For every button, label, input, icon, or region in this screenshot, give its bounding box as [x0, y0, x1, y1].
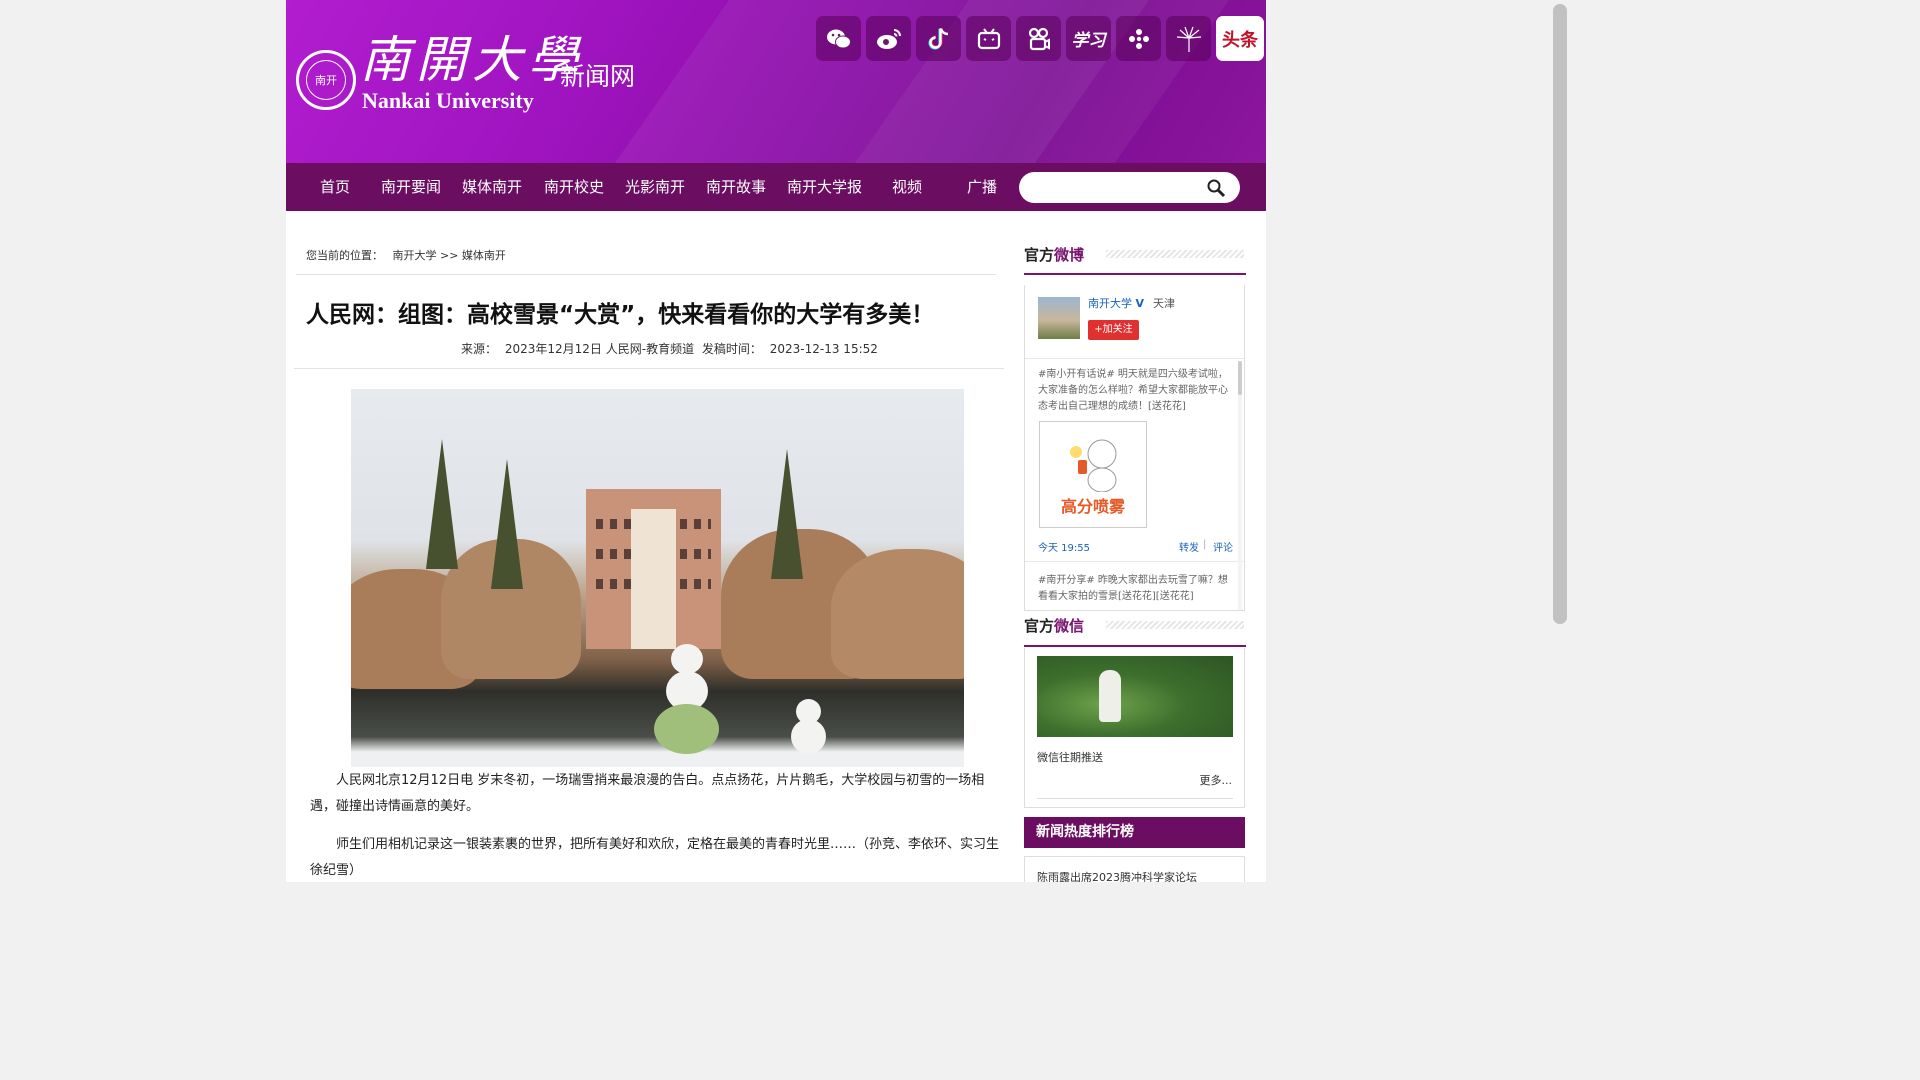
- breadcrumb-path[interactable]: 南开大学 >> 媒体南开: [393, 249, 506, 262]
- nav-item-home[interactable]: 首页: [320, 163, 350, 211]
- verified-icon: V: [1135, 297, 1145, 310]
- logo-english[interactable]: Nankai University: [362, 88, 534, 114]
- more-link[interactable]: 更多...: [1200, 772, 1233, 788]
- weibo-icon[interactable]: [866, 16, 911, 61]
- site-header: 南开 南開大學 Nankai University 新闻网 学习 头条: [286, 0, 1266, 163]
- avatar[interactable]: [1038, 297, 1080, 339]
- weibo-section-head: 官方微博: [1024, 244, 1246, 266]
- post-time[interactable]: 今天 19:55: [1038, 539, 1090, 554]
- section-underline: [1024, 273, 1246, 275]
- article-paragraph: 师生们用相机记录这一银装素裹的世界，把所有美好和欢欣，定格在最美的青春时光里………: [310, 837, 1000, 878]
- follow-button[interactable]: +加关注: [1088, 320, 1139, 340]
- wechat-head-a: 官方: [1024, 617, 1055, 635]
- breadcrumb: 您当前的位置： 南开大学 >> 媒体南开: [306, 247, 506, 263]
- main-nav: 首页 南开要闻 媒体南开 南开校史 光影南开 南开故事 南开大学报 视频 广播: [286, 163, 1266, 211]
- toutiao-icon-label: 头条: [1222, 29, 1258, 51]
- social-icon-bar: 学习 头条: [816, 16, 1264, 61]
- wechat-icon[interactable]: [816, 16, 861, 61]
- kuaishou-icon[interactable]: [1016, 16, 1061, 61]
- nav-item-news[interactable]: 南开要闻: [381, 163, 441, 211]
- weibo-post-text[interactable]: #南小开有话说# 明天就是四六级考试啦，大家准备的怎么样啦？希望大家都能放平心态…: [1038, 367, 1233, 415]
- weibo-head-b: 微博: [1054, 246, 1085, 264]
- weibo-widget: 南开大学 V 天津 +加关注 #南小开有话说# 明天就是四六级考试啦，大家准备的…: [1024, 285, 1245, 611]
- weibo-post-text[interactable]: #南开分享# 昨晚大家都出去玩雪了嘛？想看看大家拍的雪景[送花花][送花花]: [1038, 573, 1233, 605]
- bilibili-icon[interactable]: [966, 16, 1011, 61]
- nav-item-photos[interactable]: 光影南开: [625, 163, 685, 211]
- hatch-decoration: [1106, 621, 1244, 629]
- weibo-account-label: 南开大学: [1088, 297, 1132, 310]
- nav-item-radio[interactable]: 广播: [967, 163, 997, 211]
- weibo-post-image[interactable]: 高分喷雾: [1039, 421, 1147, 528]
- scrollbar-thumb[interactable]: [1553, 4, 1567, 624]
- photo-conifer: [426, 439, 458, 569]
- nav-item-stories[interactable]: 南开故事: [706, 163, 766, 211]
- divider: [1037, 798, 1233, 799]
- article-paragraph: 人民网北京12月12日电 岁末冬初，一场瑞雪捎来最浪漫的告白。点点扬花，片片鹅毛…: [310, 773, 985, 814]
- cartoon-figure-icon: [1070, 439, 1117, 493]
- page-scrollbar[interactable]: [1552, 0, 1568, 882]
- search-input[interactable]: [1031, 176, 1201, 199]
- nav-item-newspaper[interactable]: 南开大学报: [787, 163, 862, 211]
- article-title: 人民网：组图：高校雪景“大赏”，快来看看你的大学有多美！: [306, 302, 935, 328]
- article-photo: [351, 389, 964, 767]
- divider: [1025, 358, 1244, 359]
- photo-conifer: [771, 449, 803, 579]
- zhihu-icon[interactable]: [1116, 16, 1161, 61]
- wechat-widget: 微信往期推送 更多...: [1024, 648, 1245, 808]
- comment-link[interactable]: 评论: [1213, 539, 1233, 554]
- weibo-city: 天津: [1153, 297, 1175, 310]
- nav-item-media[interactable]: 媒体南开: [462, 163, 522, 211]
- photo-building-center: [631, 509, 676, 649]
- xuexi-icon[interactable]: 学习: [1066, 16, 1111, 61]
- seal-text: 南开: [306, 60, 346, 100]
- photo-conifer: [491, 459, 523, 589]
- search-icon[interactable]: [1206, 178, 1226, 198]
- weibo-head-a: 官方: [1024, 246, 1055, 264]
- nav-item-history[interactable]: 南开校史: [544, 163, 604, 211]
- wechat-section-head: 官方微信: [1024, 615, 1246, 637]
- hot-news-list: 陈雨露出席2023腾冲科学家论坛: [1024, 856, 1245, 882]
- hatch-decoration: [1106, 250, 1244, 258]
- xuexi-icon-label: 学习: [1071, 31, 1106, 51]
- photo-statue: [1099, 670, 1121, 722]
- source-label: 来源：: [461, 342, 498, 356]
- date-value: 2023-12-13 15:52: [769, 342, 878, 356]
- date-label: 发稿时间：: [701, 342, 762, 356]
- photo-snowman: [654, 704, 719, 754]
- photo-tree: [831, 549, 964, 679]
- article-meta: 来源： 2023年12月12日 人民网-教育频道 发稿时间： 2023-12-1…: [461, 340, 882, 357]
- douyin-icon[interactable]: [916, 16, 961, 61]
- page: 南开 南開大學 Nankai University 新闻网 学习 头条 首页 南…: [286, 0, 1266, 882]
- hot-news-item[interactable]: 陈雨露出席2023腾冲科学家论坛: [1037, 869, 1197, 882]
- university-seal-icon[interactable]: 南开: [296, 50, 356, 110]
- nav-item-video[interactable]: 视频: [892, 163, 922, 211]
- photo-snowman: [671, 644, 703, 674]
- weibo-account-name[interactable]: 南开大学 V: [1088, 295, 1144, 311]
- scrollbar-thumb[interactable]: [1238, 361, 1242, 395]
- wechat-head-b: 微信: [1054, 617, 1085, 635]
- search-box: [1019, 172, 1240, 203]
- divider: [294, 368, 1004, 369]
- site-name[interactable]: 新闻网: [560, 60, 635, 94]
- dandelion-icon[interactable]: [1166, 16, 1211, 61]
- divider: [296, 274, 996, 275]
- weibo-scrollbar[interactable]: [1238, 361, 1242, 610]
- wechat-history-label[interactable]: 微信往期推送: [1037, 749, 1103, 765]
- photo-building: [586, 489, 721, 649]
- action-divider: |: [1203, 539, 1207, 550]
- toutiao-icon[interactable]: 头条: [1216, 16, 1264, 61]
- breadcrumb-prefix: 您当前的位置：: [306, 249, 383, 262]
- section-underline: [1024, 645, 1246, 647]
- repost-link[interactable]: 转发: [1179, 539, 1199, 554]
- wechat-post-image[interactable]: [1037, 656, 1233, 737]
- logo-chinese[interactable]: 南開大學: [360, 30, 584, 90]
- hot-news-title: 新闻热度排行榜: [1024, 817, 1245, 848]
- divider: [1025, 561, 1244, 562]
- photo-snowman: [791, 719, 826, 754]
- source-value: 2023年12月12日 人民网-教育频道: [504, 342, 695, 356]
- post-image-caption: 高分喷雾: [1060, 497, 1125, 516]
